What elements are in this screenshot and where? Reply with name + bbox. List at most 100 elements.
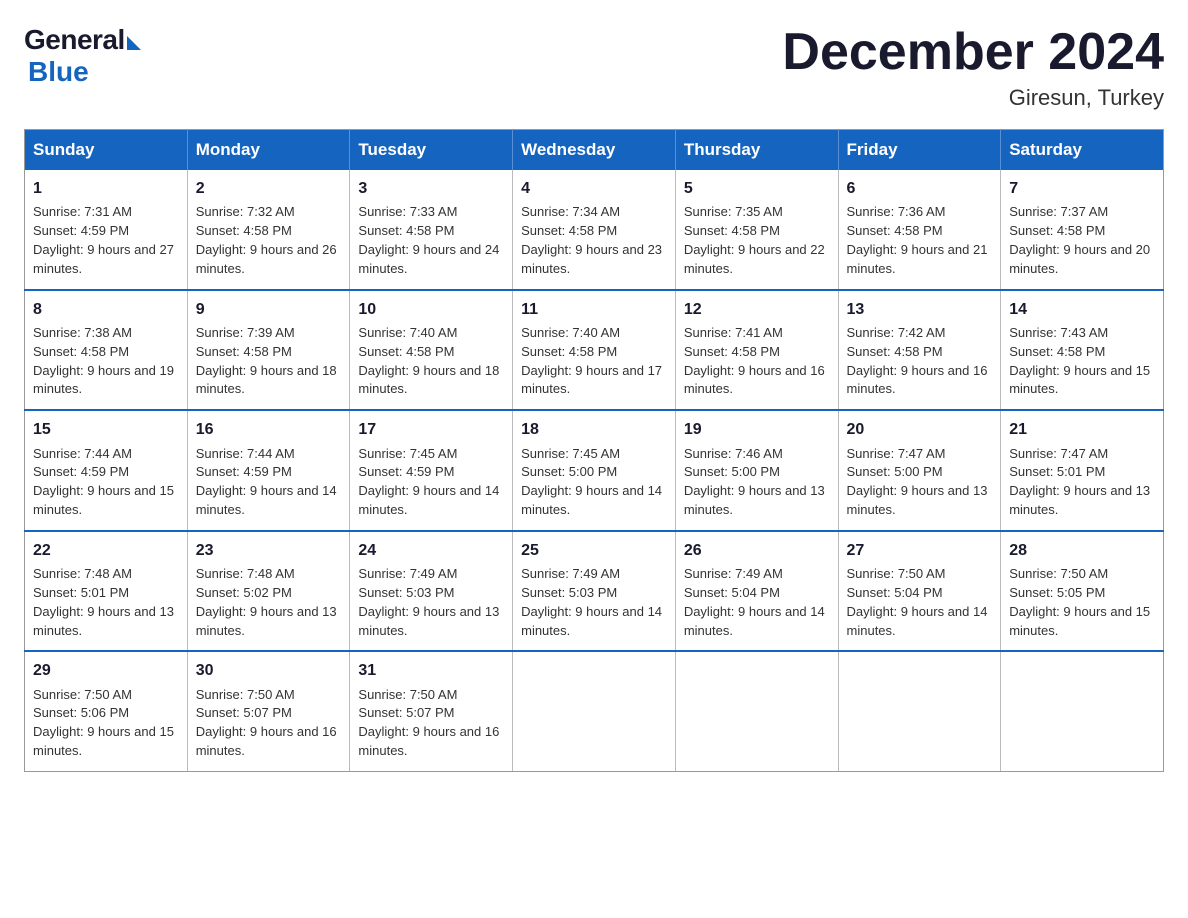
day-daylight: Daylight: 9 hours and 19 minutes. <box>33 363 174 397</box>
day-sunset: Sunset: 4:58 PM <box>1009 223 1105 238</box>
day-number: 29 <box>33 659 179 682</box>
day-daylight: Daylight: 9 hours and 14 minutes. <box>684 604 825 638</box>
day-daylight: Daylight: 9 hours and 13 minutes. <box>684 483 825 517</box>
day-daylight: Daylight: 9 hours and 13 minutes. <box>33 604 174 638</box>
day-sunrise: Sunrise: 7:50 AM <box>1009 566 1108 581</box>
calendar-day-cell: 21 Sunrise: 7:47 AM Sunset: 5:01 PM Dayl… <box>1001 410 1164 531</box>
day-daylight: Daylight: 9 hours and 17 minutes. <box>521 363 662 397</box>
calendar-day-cell <box>513 651 676 771</box>
calendar-day-cell: 15 Sunrise: 7:44 AM Sunset: 4:59 PM Dayl… <box>25 410 188 531</box>
day-number: 14 <box>1009 298 1155 321</box>
day-daylight: Daylight: 9 hours and 13 minutes. <box>847 483 988 517</box>
day-daylight: Daylight: 9 hours and 15 minutes. <box>33 724 174 758</box>
day-sunrise: Sunrise: 7:45 AM <box>358 446 457 461</box>
day-daylight: Daylight: 9 hours and 16 minutes. <box>196 724 337 758</box>
day-sunset: Sunset: 4:58 PM <box>521 344 617 359</box>
day-sunset: Sunset: 5:06 PM <box>33 705 129 720</box>
day-daylight: Daylight: 9 hours and 15 minutes. <box>1009 363 1150 397</box>
day-sunrise: Sunrise: 7:48 AM <box>196 566 295 581</box>
day-sunset: Sunset: 4:59 PM <box>33 464 129 479</box>
day-daylight: Daylight: 9 hours and 13 minutes. <box>196 604 337 638</box>
day-number: 19 <box>684 418 830 441</box>
day-sunrise: Sunrise: 7:47 AM <box>1009 446 1108 461</box>
day-daylight: Daylight: 9 hours and 23 minutes. <box>521 242 662 276</box>
day-sunset: Sunset: 4:58 PM <box>1009 344 1105 359</box>
day-number: 6 <box>847 177 993 200</box>
calendar-day-cell: 31 Sunrise: 7:50 AM Sunset: 5:07 PM Dayl… <box>350 651 513 771</box>
day-sunset: Sunset: 5:04 PM <box>684 585 780 600</box>
calendar-table: SundayMondayTuesdayWednesdayThursdayFrid… <box>24 129 1164 772</box>
day-number: 22 <box>33 539 179 562</box>
calendar-day-cell: 17 Sunrise: 7:45 AM Sunset: 4:59 PM Dayl… <box>350 410 513 531</box>
day-daylight: Daylight: 9 hours and 20 minutes. <box>1009 242 1150 276</box>
day-number: 8 <box>33 298 179 321</box>
col-header-tuesday: Tuesday <box>350 130 513 171</box>
calendar-day-cell: 2 Sunrise: 7:32 AM Sunset: 4:58 PM Dayli… <box>187 170 350 290</box>
day-sunrise: Sunrise: 7:31 AM <box>33 204 132 219</box>
calendar-day-cell: 9 Sunrise: 7:39 AM Sunset: 4:58 PM Dayli… <box>187 290 350 411</box>
calendar-day-cell: 19 Sunrise: 7:46 AM Sunset: 5:00 PM Dayl… <box>675 410 838 531</box>
day-daylight: Daylight: 9 hours and 21 minutes. <box>847 242 988 276</box>
day-sunset: Sunset: 5:04 PM <box>847 585 943 600</box>
day-sunrise: Sunrise: 7:36 AM <box>847 204 946 219</box>
day-sunrise: Sunrise: 7:48 AM <box>33 566 132 581</box>
title-section: December 2024 Giresun, Turkey <box>782 24 1164 111</box>
day-daylight: Daylight: 9 hours and 26 minutes. <box>196 242 337 276</box>
calendar-day-cell <box>1001 651 1164 771</box>
calendar-header-row: SundayMondayTuesdayWednesdayThursdayFrid… <box>25 130 1164 171</box>
calendar-day-cell: 16 Sunrise: 7:44 AM Sunset: 4:59 PM Dayl… <box>187 410 350 531</box>
page-header: General Blue December 2024 Giresun, Turk… <box>24 24 1164 111</box>
day-number: 23 <box>196 539 342 562</box>
day-sunrise: Sunrise: 7:43 AM <box>1009 325 1108 340</box>
calendar-day-cell: 8 Sunrise: 7:38 AM Sunset: 4:58 PM Dayli… <box>25 290 188 411</box>
calendar-day-cell: 3 Sunrise: 7:33 AM Sunset: 4:58 PM Dayli… <box>350 170 513 290</box>
day-number: 1 <box>33 177 179 200</box>
calendar-week-row: 1 Sunrise: 7:31 AM Sunset: 4:59 PM Dayli… <box>25 170 1164 290</box>
day-number: 18 <box>521 418 667 441</box>
calendar-day-cell: 12 Sunrise: 7:41 AM Sunset: 4:58 PM Dayl… <box>675 290 838 411</box>
calendar-day-cell: 22 Sunrise: 7:48 AM Sunset: 5:01 PM Dayl… <box>25 531 188 652</box>
day-sunset: Sunset: 4:58 PM <box>196 344 292 359</box>
calendar-day-cell: 29 Sunrise: 7:50 AM Sunset: 5:06 PM Dayl… <box>25 651 188 771</box>
calendar-day-cell: 5 Sunrise: 7:35 AM Sunset: 4:58 PM Dayli… <box>675 170 838 290</box>
day-number: 15 <box>33 418 179 441</box>
day-sunset: Sunset: 5:00 PM <box>684 464 780 479</box>
calendar-day-cell: 18 Sunrise: 7:45 AM Sunset: 5:00 PM Dayl… <box>513 410 676 531</box>
day-sunrise: Sunrise: 7:39 AM <box>196 325 295 340</box>
calendar-day-cell: 30 Sunrise: 7:50 AM Sunset: 5:07 PM Dayl… <box>187 651 350 771</box>
day-sunset: Sunset: 4:59 PM <box>358 464 454 479</box>
col-header-sunday: Sunday <box>25 130 188 171</box>
day-daylight: Daylight: 9 hours and 14 minutes. <box>521 483 662 517</box>
month-title: December 2024 <box>782 24 1164 81</box>
day-number: 9 <box>196 298 342 321</box>
day-number: 12 <box>684 298 830 321</box>
day-sunrise: Sunrise: 7:50 AM <box>33 687 132 702</box>
day-sunset: Sunset: 5:07 PM <box>358 705 454 720</box>
day-number: 21 <box>1009 418 1155 441</box>
day-sunset: Sunset: 5:07 PM <box>196 705 292 720</box>
col-header-monday: Monday <box>187 130 350 171</box>
day-sunset: Sunset: 4:58 PM <box>358 223 454 238</box>
day-sunset: Sunset: 4:58 PM <box>847 344 943 359</box>
day-sunrise: Sunrise: 7:32 AM <box>196 204 295 219</box>
calendar-week-row: 22 Sunrise: 7:48 AM Sunset: 5:01 PM Dayl… <box>25 531 1164 652</box>
day-sunrise: Sunrise: 7:35 AM <box>684 204 783 219</box>
day-sunrise: Sunrise: 7:33 AM <box>358 204 457 219</box>
day-daylight: Daylight: 9 hours and 22 minutes. <box>684 242 825 276</box>
day-daylight: Daylight: 9 hours and 14 minutes. <box>196 483 337 517</box>
day-daylight: Daylight: 9 hours and 15 minutes. <box>1009 604 1150 638</box>
col-header-friday: Friday <box>838 130 1001 171</box>
day-sunset: Sunset: 4:58 PM <box>358 344 454 359</box>
day-daylight: Daylight: 9 hours and 13 minutes. <box>1009 483 1150 517</box>
day-number: 3 <box>358 177 504 200</box>
day-sunrise: Sunrise: 7:50 AM <box>196 687 295 702</box>
day-number: 30 <box>196 659 342 682</box>
calendar-day-cell: 20 Sunrise: 7:47 AM Sunset: 5:00 PM Dayl… <box>838 410 1001 531</box>
day-sunset: Sunset: 5:02 PM <box>196 585 292 600</box>
calendar-day-cell <box>675 651 838 771</box>
day-sunrise: Sunrise: 7:50 AM <box>358 687 457 702</box>
day-sunrise: Sunrise: 7:44 AM <box>196 446 295 461</box>
day-sunset: Sunset: 4:59 PM <box>196 464 292 479</box>
calendar-day-cell: 10 Sunrise: 7:40 AM Sunset: 4:58 PM Dayl… <box>350 290 513 411</box>
day-number: 31 <box>358 659 504 682</box>
